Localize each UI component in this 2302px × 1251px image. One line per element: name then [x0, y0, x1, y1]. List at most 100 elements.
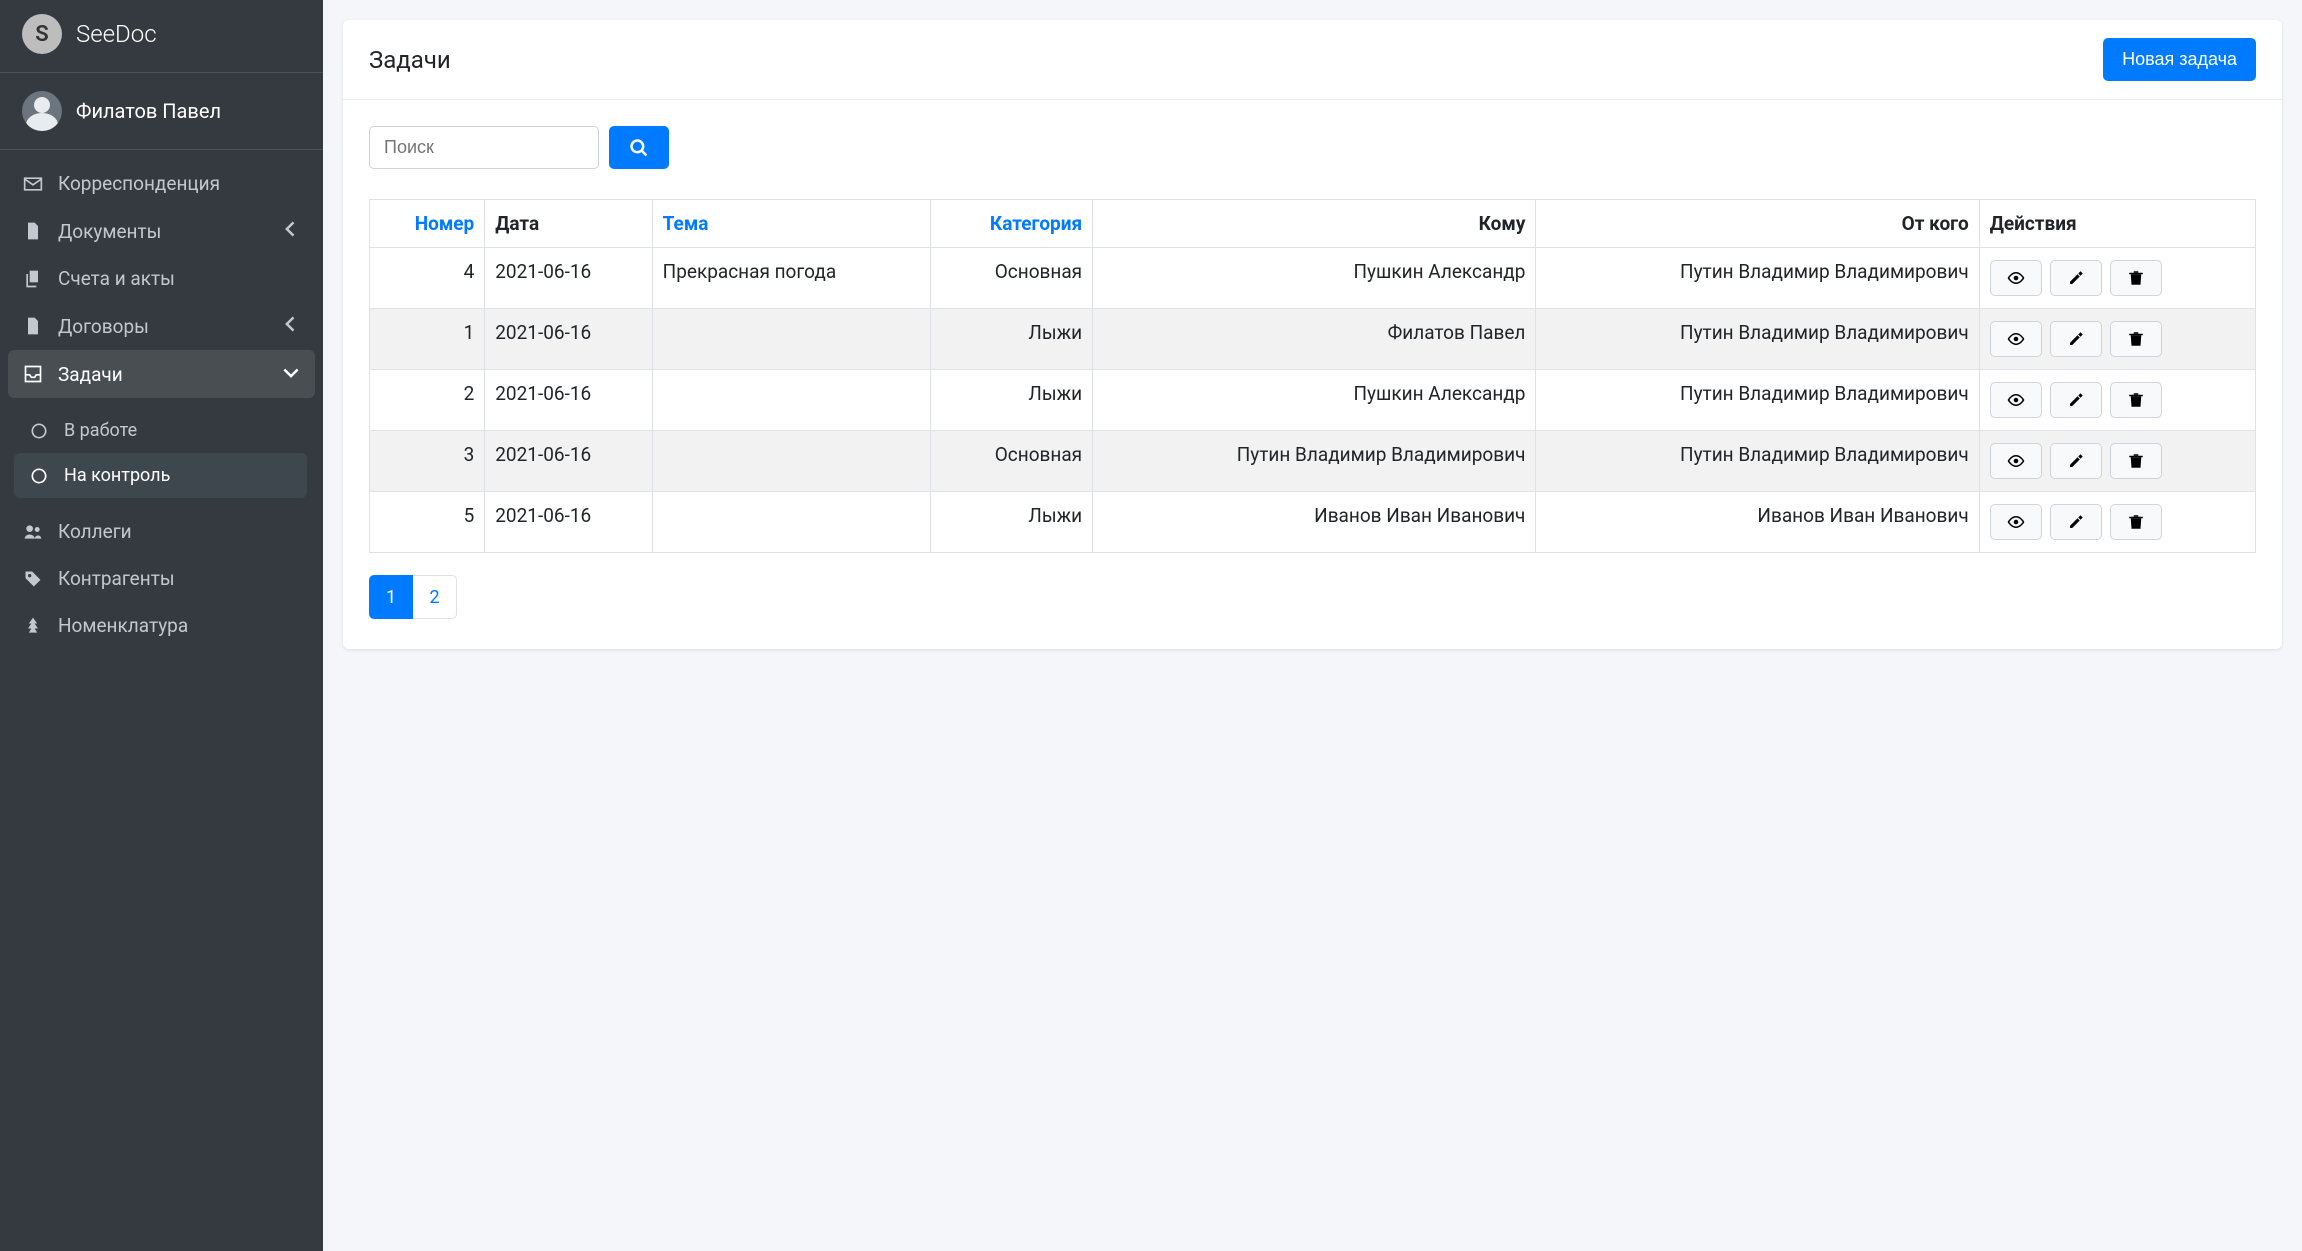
- cell-from: Иванов Иван Иванович: [1536, 492, 1979, 553]
- eye-icon: [2005, 330, 2027, 348]
- delete-button[interactable]: [2110, 382, 2162, 418]
- cell-number: 5: [370, 492, 485, 553]
- sidebar-item-label: Номенклатура: [58, 614, 188, 637]
- cell-actions: [1979, 492, 2255, 553]
- new-task-button[interactable]: Новая задача: [2103, 38, 2256, 81]
- col-from[interactable]: От кого: [1536, 200, 1979, 248]
- sidebar-item-label: Счета и акты: [58, 267, 175, 290]
- cell-date: 2021-06-16: [485, 431, 652, 492]
- card-header: Задачи Новая задача: [343, 20, 2282, 100]
- cell-subject: [652, 492, 930, 553]
- file-icon: [22, 316, 44, 336]
- col-date[interactable]: Дата: [485, 200, 652, 248]
- avatar: [22, 91, 62, 131]
- cell-subject: [652, 431, 930, 492]
- view-button[interactable]: [1990, 504, 2042, 540]
- col-subject[interactable]: Тема: [652, 200, 930, 248]
- table-row: 52021-06-16ЛыжиИванов Иван ИвановичИвано…: [370, 492, 2256, 553]
- cell-date: 2021-06-16: [485, 492, 652, 553]
- sidebar-item-корреспонденция[interactable]: Корреспонденция: [8, 160, 315, 207]
- sidebar-item-документы[interactable]: Документы: [8, 207, 315, 255]
- brand-name: SeeDoc: [76, 20, 157, 48]
- eye-icon: [2005, 452, 2027, 470]
- sidebar-item-договоры[interactable]: Договоры: [8, 302, 315, 350]
- col-category[interactable]: Категория: [931, 200, 1093, 248]
- search-button[interactable]: [609, 126, 669, 169]
- edit-button[interactable]: [2050, 382, 2102, 418]
- card-body: Номер Дата Тема Категория Кому От кого Д…: [343, 100, 2282, 649]
- cell-actions: [1979, 248, 2255, 309]
- eye-icon: [2005, 513, 2027, 531]
- cell-to: Иванов Иван Иванович: [1093, 492, 1536, 553]
- sidebar-item-задачи[interactable]: Задачи: [8, 350, 315, 398]
- pagination: 12: [369, 575, 2256, 619]
- user-name: Филатов Павел: [76, 99, 221, 123]
- user-panel[interactable]: Филатов Павел: [0, 73, 323, 150]
- cell-to: Путин Владимир Владимирович: [1093, 431, 1536, 492]
- search-input[interactable]: [369, 126, 599, 169]
- edit-icon: [2065, 269, 2087, 287]
- sidebar-item-счета-и-акты[interactable]: Счета и акты: [8, 255, 315, 302]
- tasks-table: Номер Дата Тема Категория Кому От кого Д…: [369, 199, 2256, 553]
- table-row: 22021-06-16ЛыжиПушкин АлександрПутин Вла…: [370, 370, 2256, 431]
- page-title: Задачи: [369, 46, 451, 74]
- search-icon: [628, 138, 650, 158]
- edit-button[interactable]: [2050, 321, 2102, 357]
- brand-logo: S: [22, 14, 62, 54]
- cell-actions: [1979, 309, 2255, 370]
- sidebar: S SeeDoc Филатов Павел Корреспонденция До…: [0, 0, 323, 1251]
- cell-date: 2021-06-16: [485, 370, 652, 431]
- view-button[interactable]: [1990, 321, 2042, 357]
- cell-category: Основная: [931, 248, 1093, 309]
- sidebar-item-в-работе[interactable]: В работе: [14, 408, 307, 453]
- cell-actions: [1979, 370, 2255, 431]
- sidebar-nav: Корреспонденция Документы Счета и акты Дого…: [0, 150, 323, 659]
- cell-subject: [652, 370, 930, 431]
- page-link-2[interactable]: 2: [413, 575, 457, 619]
- table-row: 42021-06-16Прекрасная погодаОсновнаяПушк…: [370, 248, 2256, 309]
- sidebar-item-label: На контроль: [64, 465, 170, 486]
- edit-icon: [2065, 513, 2087, 531]
- sidebar-submenu: В работе На контроль: [8, 398, 315, 508]
- circle-icon: [28, 466, 50, 486]
- trash-icon: [2125, 391, 2147, 409]
- cell-category: Лыжи: [931, 370, 1093, 431]
- edit-button[interactable]: [2050, 260, 2102, 296]
- col-actions: Действия: [1979, 200, 2255, 248]
- col-to[interactable]: Кому: [1093, 200, 1536, 248]
- sidebar-item-label: Корреспонденция: [58, 172, 220, 195]
- sidebar-item-label: Документы: [58, 220, 161, 243]
- cell-from: Путин Владимир Владимирович: [1536, 370, 1979, 431]
- sidebar-item-на-контроль[interactable]: На контроль: [14, 453, 307, 498]
- cell-date: 2021-06-16: [485, 248, 652, 309]
- edit-button[interactable]: [2050, 504, 2102, 540]
- tag-icon: [22, 569, 44, 589]
- chevron-left-icon: [281, 314, 301, 338]
- col-number[interactable]: Номер: [370, 200, 485, 248]
- view-button[interactable]: [1990, 443, 2042, 479]
- sidebar-item-коллеги[interactable]: Коллеги: [8, 508, 315, 555]
- delete-button[interactable]: [2110, 260, 2162, 296]
- cell-to: Филатов Павел: [1093, 309, 1536, 370]
- brand[interactable]: S SeeDoc: [0, 0, 323, 73]
- delete-button[interactable]: [2110, 443, 2162, 479]
- page-link-1[interactable]: 1: [369, 575, 413, 619]
- cell-from: Путин Владимир Владимирович: [1536, 309, 1979, 370]
- cell-from: Путин Владимир Владимирович: [1536, 431, 1979, 492]
- table-row: 12021-06-16ЛыжиФилатов ПавелПутин Владим…: [370, 309, 2256, 370]
- sidebar-item-контрагенты[interactable]: Контрагенты: [8, 555, 315, 602]
- cell-subject: [652, 309, 930, 370]
- cell-to: Пушкин Александр: [1093, 370, 1536, 431]
- delete-button[interactable]: [2110, 504, 2162, 540]
- cell-actions: [1979, 431, 2255, 492]
- delete-button[interactable]: [2110, 321, 2162, 357]
- edit-icon: [2065, 391, 2087, 409]
- trash-icon: [2125, 269, 2147, 287]
- view-button[interactable]: [1990, 260, 2042, 296]
- view-button[interactable]: [1990, 382, 2042, 418]
- edit-button[interactable]: [2050, 443, 2102, 479]
- eye-icon: [2005, 269, 2027, 287]
- cell-subject: Прекрасная погода: [652, 248, 930, 309]
- sidebar-item-номенклатура[interactable]: Номенклатура: [8, 602, 315, 649]
- file-icon: [22, 221, 44, 241]
